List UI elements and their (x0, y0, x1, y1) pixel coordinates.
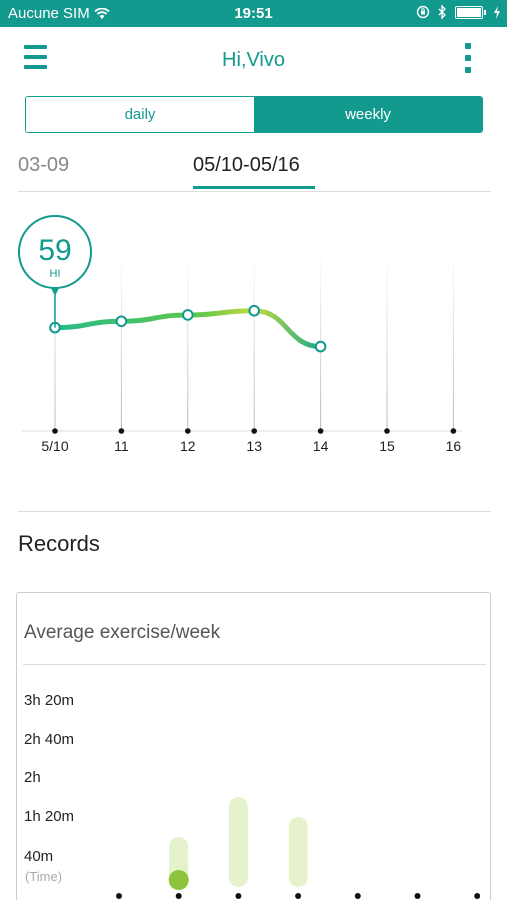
data-point (314, 340, 327, 353)
x-tick-dot (235, 893, 242, 899)
x-tick-label: 16 (446, 438, 462, 454)
more-options-button[interactable] (462, 43, 476, 75)
data-point (115, 315, 128, 328)
x-tick-dot (251, 428, 257, 434)
status-icons (416, 5, 501, 19)
more-icon-dot (465, 67, 471, 73)
exercise-bar-chart (116, 797, 481, 899)
x-tick-label: 5/10 (41, 438, 68, 454)
week-tab-indicator (193, 186, 315, 189)
x-tick-dot (384, 428, 390, 434)
more-icon-dot (465, 55, 471, 61)
exercise-bar (228, 797, 248, 887)
tab-daily[interactable]: daily (26, 97, 254, 132)
grid-line (120, 250, 122, 431)
grid-line (386, 250, 388, 431)
rotation-lock-icon (416, 5, 430, 19)
highlight-label: HI (50, 268, 61, 280)
section-divider (18, 511, 491, 512)
week-selector: 03-09 05/10-05/16 (18, 150, 491, 192)
x-tick-dot (474, 893, 481, 899)
x-tick-dot (414, 893, 421, 899)
x-tick-label: 15 (379, 438, 395, 454)
x-tick-dot (450, 428, 457, 434)
x-tick-dot (118, 428, 125, 434)
data-point (248, 304, 260, 317)
page-title: Hi,Vivo (222, 49, 285, 71)
x-tick-label: 12 (180, 438, 196, 454)
bluetooth-icon (438, 5, 446, 19)
x-tick-dot (295, 893, 302, 899)
weekly-line-chart: 5/10 11 12 13 14 15 16 59HI (18, 215, 462, 454)
week-tab-current[interactable]: 05/10-05/16 (193, 154, 300, 177)
x-tick-label: 11 (114, 438, 129, 454)
grid-line (452, 250, 454, 431)
x-tick-dot (185, 428, 191, 434)
x-tick-label: 13 (246, 438, 262, 454)
mode-toggle: daily weekly (25, 96, 483, 133)
charging-icon (494, 5, 500, 19)
records-title: Records (18, 531, 100, 556)
highlight-value: 59 (38, 234, 71, 267)
data-point (182, 309, 194, 321)
more-icon (465, 43, 471, 49)
grid-line (320, 250, 322, 431)
x-tick-dot (175, 893, 182, 899)
exercise-current-dot (168, 870, 189, 890)
x-tick-dot (116, 893, 122, 899)
grid-line (187, 250, 189, 431)
x-tick-dot (52, 428, 58, 434)
grid-line (253, 250, 255, 431)
exercise-card: Average exercise/week 3h 20m 2h 40m 2h 1h 2… (16, 592, 491, 900)
app-header: Hi,Vivo (0, 27, 507, 95)
week-tab-previous[interactable]: 03-09 (18, 154, 69, 177)
status-bar: Aucune SIM 19:51 (0, 0, 507, 27)
exercise-bar (288, 817, 308, 887)
x-tick-dot (354, 893, 361, 899)
battery-icon (455, 5, 486, 19)
tab-weekly[interactable]: weekly (254, 97, 482, 132)
x-tick-label: 14 (313, 438, 329, 454)
x-tick-dot (317, 428, 324, 434)
